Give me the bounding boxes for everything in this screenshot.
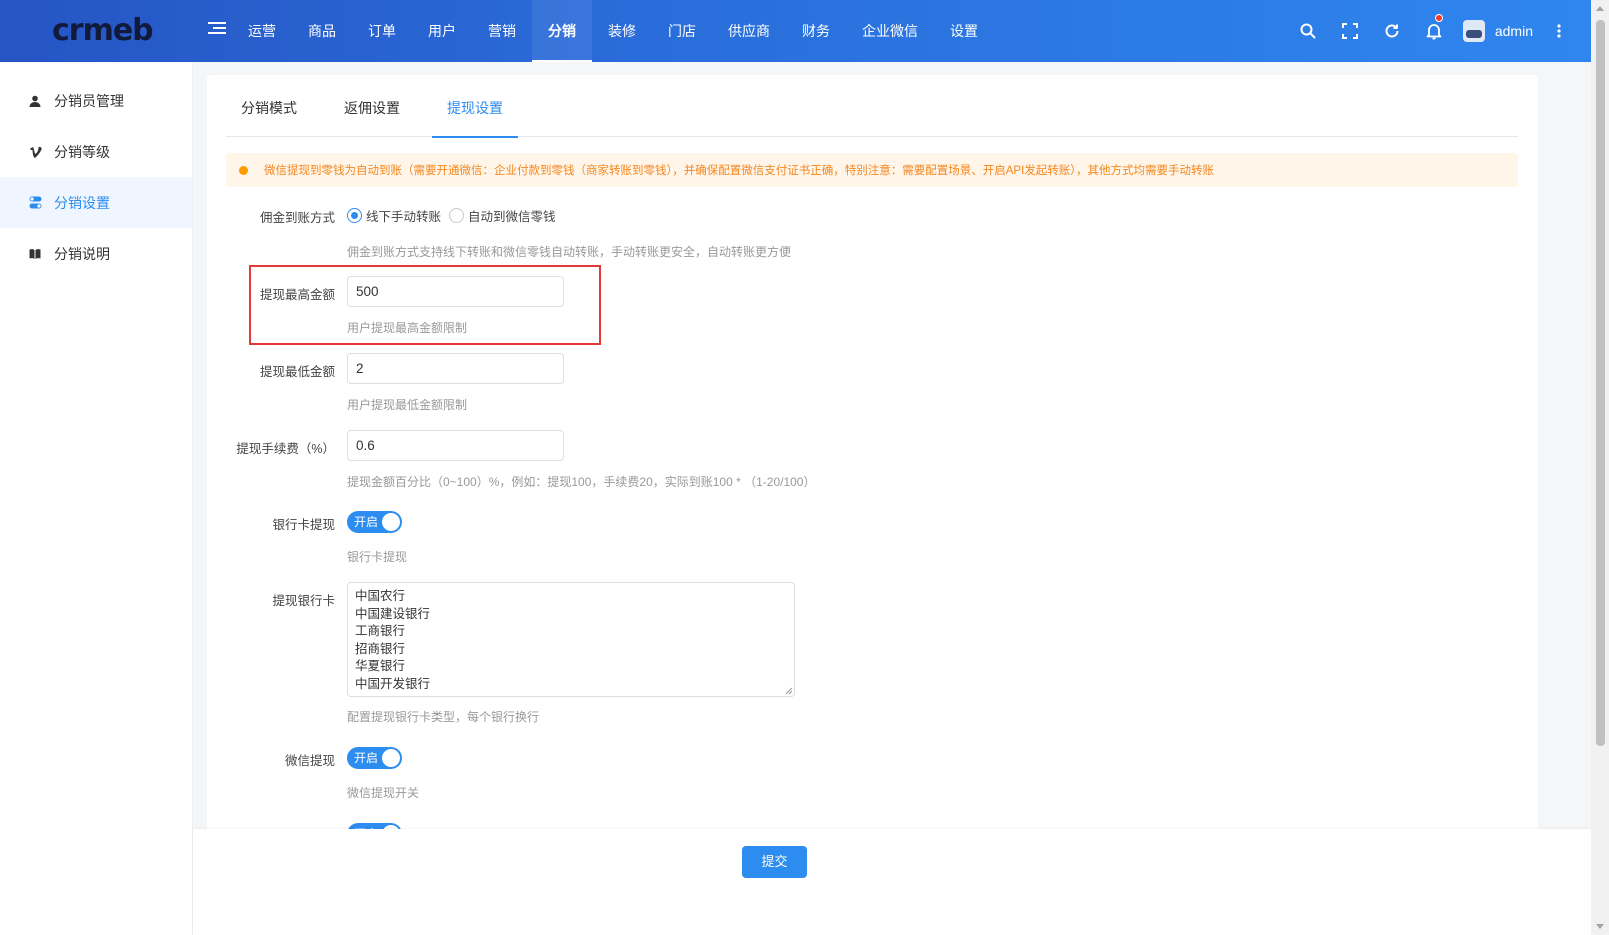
logo[interactable]: crmeb xyxy=(52,14,154,48)
bank-list-textarea[interactable]: 中国农行 中国建设银行 工商银行 招商银行 华夏银行 中国开发银行 xyxy=(347,582,795,697)
field-label: 银行卡提现 xyxy=(272,518,335,532)
form-footer: 提交 xyxy=(193,829,1591,935)
sidebar-item-label: 分销员管理 xyxy=(54,92,124,109)
max-withdraw-input[interactable]: 500 xyxy=(347,276,564,307)
nav-item-distribution[interactable]: 分销 xyxy=(532,0,592,62)
radio-label: 线下手动转账 xyxy=(366,210,442,224)
switch-text: 开启 xyxy=(354,751,379,765)
field-label: 佣金到账方式 xyxy=(259,211,335,225)
sidebar-item-distribution-description[interactable]: 分销说明 xyxy=(0,228,192,279)
tab-commission-settings[interactable]: 返佣设置 xyxy=(329,75,415,137)
scroll-up-arrow-icon[interactable] xyxy=(1596,6,1604,11)
nav-item-finance[interactable]: 财务 xyxy=(786,0,846,62)
settings-card: 分销模式 返佣设置 提现设置 微信提现到零钱为自动到账（需要开通微信：企业付款到… xyxy=(207,75,1538,835)
sidebar-item-label: 分销等级 xyxy=(54,143,110,160)
vimeo-v-icon xyxy=(28,145,42,159)
user-icon xyxy=(28,94,42,108)
search-icon[interactable] xyxy=(1287,0,1329,62)
toggle-settings-icon xyxy=(28,196,42,210)
field-help: 银行卡提现 xyxy=(347,550,408,564)
textarea-line: 中国农行 xyxy=(355,589,406,603)
radio-offline-transfer[interactable]: 线下手动转账 xyxy=(347,206,441,225)
radio-label: 自动到微信零钱 xyxy=(468,210,556,224)
scroll-thumb[interactable] xyxy=(1596,20,1605,746)
header-actions: admin xyxy=(1287,0,1571,62)
top-header: crmeb 运营 商品 订单 用户 营销 分销 装修 门店 供应商 财务 企业微… xyxy=(0,0,1591,62)
payout-method-radio-group: 线下手动转账 自动到微信零钱 xyxy=(347,206,564,225)
nav-item-marketing[interactable]: 营销 xyxy=(472,0,532,62)
sidebar-item-distribution-levels[interactable]: 分销等级 xyxy=(0,126,192,177)
settings-tabs: 分销模式 返佣设置 提现设置 xyxy=(226,75,1518,138)
scroll-down-arrow-icon[interactable] xyxy=(1596,924,1604,929)
nav-item-products[interactable]: 商品 xyxy=(292,0,352,62)
top-nav: 运营 商品 订单 用户 营销 分销 装修 门店 供应商 财务 企业微信 设置 xyxy=(232,0,994,62)
submit-button[interactable]: 提交 xyxy=(742,846,807,878)
bank-withdraw-switch[interactable]: 开启 xyxy=(347,511,402,533)
field-help: 配置提现银行卡类型，每个银行换行 xyxy=(347,710,540,724)
book-icon xyxy=(28,247,42,261)
textarea-line: 中国开发银行 xyxy=(355,676,431,691)
wechat-payout-notice: 微信提现到零钱为自动到账（需要开通微信：企业付款到零钱（商家转账到零钱），并确保… xyxy=(226,153,1518,187)
more-icon[interactable] xyxy=(1547,0,1571,62)
radio-checked-icon xyxy=(347,208,362,223)
refresh-icon[interactable] xyxy=(1371,0,1413,62)
field-label: 提现最高金额 xyxy=(259,288,335,302)
nav-item-suppliers[interactable]: 供应商 xyxy=(712,0,786,62)
radio-auto-wechat[interactable]: 自动到微信零钱 xyxy=(449,206,556,225)
field-label: 提现银行卡 xyxy=(272,594,335,608)
switch-knob xyxy=(382,513,400,531)
fullscreen-icon[interactable] xyxy=(1329,0,1371,62)
textarea-line: 工商银行 xyxy=(355,624,406,639)
switch-knob xyxy=(382,749,400,767)
sidebar-item-distributor-management[interactable]: 分销员管理 xyxy=(0,75,192,126)
field-label: 提现手续费（%） xyxy=(236,442,335,456)
field-label: 提现最低金额 xyxy=(259,365,335,379)
bell-icon[interactable] xyxy=(1413,0,1455,62)
sidebar-item-label: 分销说明 xyxy=(54,245,110,262)
nav-item-operations[interactable]: 运营 xyxy=(232,0,292,62)
field-help: 用户提现最低金额限制 xyxy=(347,398,468,412)
alert-text: 微信提现到零钱为自动到账（需要开通微信：企业付款到零钱（商家转账到零钱），并确保… xyxy=(264,165,1215,177)
page-scrollbar[interactable] xyxy=(1591,0,1609,935)
sidebar-item-distribution-settings[interactable]: 分销设置 xyxy=(0,177,192,228)
warning-dot-icon xyxy=(239,165,248,175)
sidebar-item-label: 分销设置 xyxy=(54,194,110,211)
wechat-withdraw-switch[interactable]: 开启 xyxy=(347,747,402,769)
field-label: 微信提现 xyxy=(284,754,335,768)
nav-item-wecom[interactable]: 企业微信 xyxy=(846,0,934,62)
tab-withdraw-settings[interactable]: 提现设置 xyxy=(432,75,518,138)
nav-item-settings[interactable]: 设置 xyxy=(934,0,994,62)
user-menu[interactable]: admin xyxy=(1455,20,1547,42)
nav-item-orders[interactable]: 订单 xyxy=(352,0,412,62)
notification-dot xyxy=(1434,14,1443,22)
sidebar: 分销员管理 分销等级 分销设置 分销说明 xyxy=(0,62,193,935)
switch-text: 开启 xyxy=(354,515,379,529)
nav-item-users[interactable]: 用户 xyxy=(412,0,472,62)
menu-collapse-icon[interactable] xyxy=(208,22,226,40)
textarea-line: 华夏银行 xyxy=(355,659,406,674)
field-help: 微信提现开关 xyxy=(347,786,420,800)
nav-item-decoration[interactable]: 装修 xyxy=(592,0,652,62)
field-help: 佣金到账方式支持线下转账和微信零钱自动转账，手动转账更安全，自动转账更方便 xyxy=(347,245,792,259)
withdraw-fee-input[interactable]: 0.6 xyxy=(347,430,564,461)
avatar xyxy=(1462,20,1485,42)
tab-distribution-mode[interactable]: 分销模式 xyxy=(226,75,312,137)
field-help: 提现金额百分比（0~100）%，例如：提现100，手续费20，实际到账100 *… xyxy=(347,475,816,489)
nav-item-stores[interactable]: 门店 xyxy=(652,0,712,62)
textarea-line: 中国建设银行 xyxy=(355,606,431,621)
min-withdraw-input[interactable]: 2 xyxy=(347,353,564,384)
username: admin xyxy=(1494,23,1533,39)
radio-unchecked-icon xyxy=(449,208,465,223)
field-help: 用户提现最高金额限制 xyxy=(347,321,468,335)
resize-handle-icon[interactable] xyxy=(785,687,793,695)
textarea-line: 招商银行 xyxy=(355,641,406,656)
